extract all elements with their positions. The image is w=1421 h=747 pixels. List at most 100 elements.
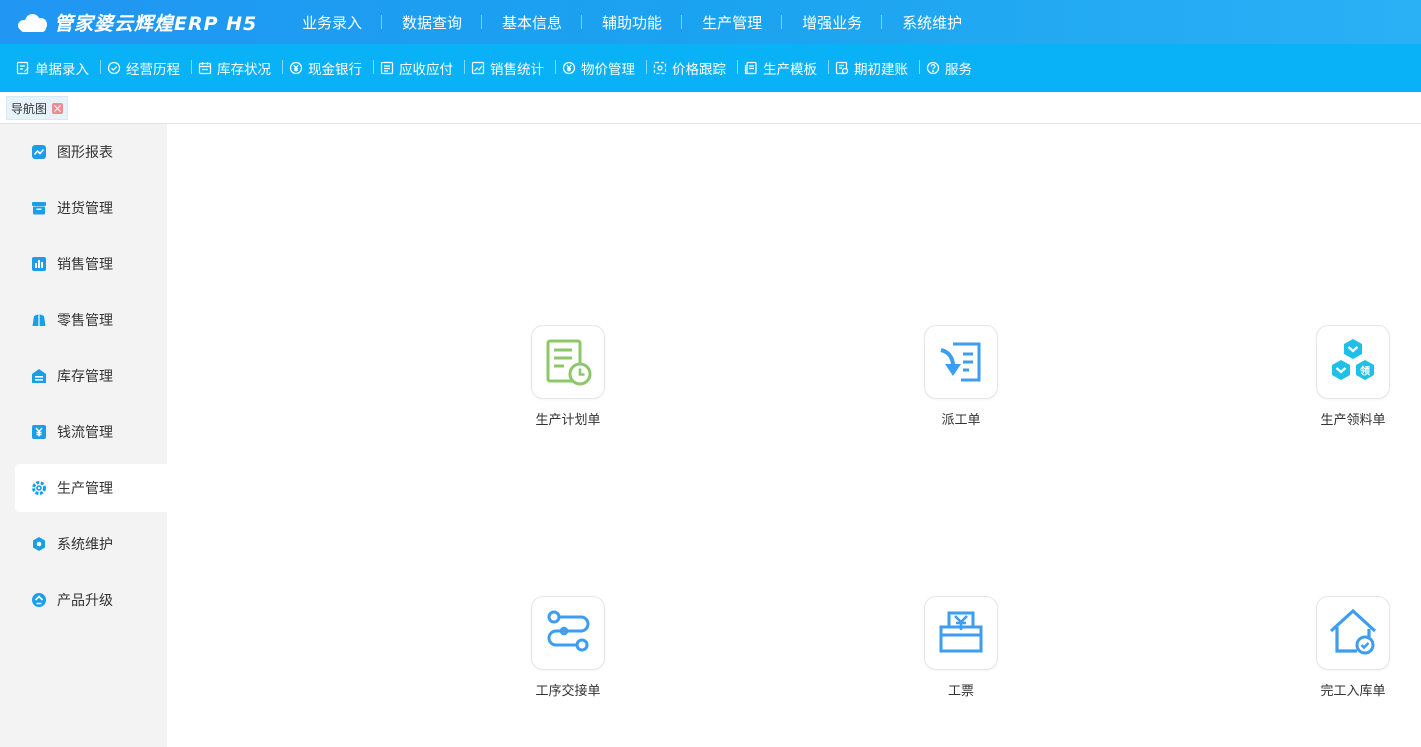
sidebar-item-purchase[interactable]: 进货管理 <box>15 184 167 232</box>
quick-item-label: 期初建账 <box>854 62 908 78</box>
sidebar-item-label: 生产管理 <box>57 481 113 497</box>
navigation-map-panel: 生产计划单 派工单 领 生产领料单 工序交接单 工票 完工入库单 <box>167 124 1421 747</box>
quick-item-price-tracking[interactable]: 价格跟踪 <box>647 58 738 78</box>
quick-item-label: 单据录入 <box>35 62 89 78</box>
sidebar: 图形报表 进货管理 销售管理 零售管理 库存管理 钱流管理 生产管理 系统维护 … <box>0 124 167 747</box>
close-icon[interactable] <box>52 102 64 114</box>
cloud-logo-icon <box>16 12 50 32</box>
tile-material-requisition[interactable]: 领 生产领料单 <box>1283 325 1421 435</box>
sidebar-item-production[interactable]: 生产管理 <box>15 464 167 512</box>
account-book-icon <box>835 61 849 75</box>
tile-production-plan[interactable]: 生产计划单 <box>498 325 638 435</box>
money-icon <box>31 424 47 440</box>
sidebar-item-label: 钱流管理 <box>57 425 113 441</box>
material-requisition-icon: 领 <box>1332 339 1374 380</box>
top-nav-item-data-query[interactable]: 数据查询 <box>382 12 483 33</box>
archive-box-icon <box>31 200 47 216</box>
quick-item-label: 经营历程 <box>126 62 180 78</box>
tile-process-handover[interactable]: 工序交接单 <box>498 596 638 706</box>
quick-item-label: 现金银行 <box>308 62 362 78</box>
tile-icon-box <box>531 325 605 399</box>
quick-item-document-entry[interactable]: 单据录入 <box>10 58 101 78</box>
top-nav-item-business-entry[interactable]: 业务录入 <box>282 12 383 33</box>
app-logo-text: 管家婆云辉煌ERP H5 <box>54 12 258 35</box>
shopping-bag-icon <box>31 312 47 328</box>
tile-label: 完工入库单 <box>1320 684 1386 699</box>
tile-label: 生产领料单 <box>1320 413 1386 428</box>
yen-circle-icon <box>289 61 303 75</box>
sidebar-item-product-upgrade[interactable]: 产品升级 <box>15 576 167 624</box>
warehouse-icon <box>31 368 47 384</box>
tile-icon-box <box>924 596 998 670</box>
top-nav-item-basic-info[interactable]: 基本信息 <box>482 12 583 33</box>
tile-label: 工票 <box>947 684 974 699</box>
quick-item-opening-accounts[interactable]: 期初建账 <box>829 58 920 78</box>
bar-chart-icon <box>31 256 47 272</box>
sidebar-item-label: 系统维护 <box>57 537 113 553</box>
quick-item-cash-bank[interactable]: 现金银行 <box>283 58 374 78</box>
quick-item-business-history[interactable]: 经营历程 <box>101 58 192 78</box>
sidebar-item-system-maintenance[interactable]: 系统维护 <box>15 520 167 568</box>
tile-work-ticket[interactable]: 工票 <box>891 596 1031 706</box>
quick-item-price-management[interactable]: 物价管理 <box>556 58 647 78</box>
sidebar-item-graphic-reports[interactable]: 图形报表 <box>15 128 167 176</box>
dispatch-icon <box>940 342 981 382</box>
tile-label: 工序交接单 <box>535 684 601 699</box>
check-circle-icon <box>107 61 121 75</box>
sidebar-item-retail[interactable]: 零售管理 <box>15 296 167 344</box>
completion-stock-icon <box>1329 608 1377 655</box>
process-handover-icon <box>547 610 590 652</box>
tile-completion-stock-in[interactable]: 完工入库单 <box>1283 596 1421 706</box>
quick-item-receivables-payables[interactable]: 应收应付 <box>374 58 465 78</box>
quick-item-service[interactable]: 服务 <box>920 58 984 78</box>
tile-dispatch[interactable]: 派工单 <box>891 325 1031 435</box>
production-plan-icon <box>546 339 592 386</box>
chart-icon <box>471 61 485 75</box>
sidebar-item-label: 进货管理 <box>57 201 113 217</box>
tile-label: 派工单 <box>941 413 981 428</box>
sidebar-item-sales[interactable]: 销售管理 <box>15 240 167 288</box>
hexagon-gear-icon <box>31 536 47 552</box>
quick-item-production-template[interactable]: 生产模板 <box>738 58 829 78</box>
sidebar-item-label: 产品升级 <box>57 593 113 609</box>
top-nav: 业务录入 数据查询 基本信息 辅助功能 生产管理 增强业务 系统维护 <box>282 0 982 44</box>
tab-navigation-map[interactable]: 导航图 <box>6 96 69 120</box>
quick-item-label: 物价管理 <box>581 62 635 78</box>
ledger-icon <box>380 61 394 75</box>
tab-label: 导航图 <box>11 101 48 116</box>
tile-icon-box <box>1316 596 1390 670</box>
tile-icon-box <box>531 596 605 670</box>
tile-label: 生产计划单 <box>535 413 601 428</box>
app-logo: 管家婆云辉煌ERP H5 <box>0 0 260 44</box>
sidebar-item-label: 销售管理 <box>57 257 113 273</box>
quick-item-label: 库存状况 <box>217 62 271 78</box>
tile-icon-box <box>924 325 998 399</box>
calendar-icon <box>198 61 212 75</box>
sidebar-item-cash-flow[interactable]: 钱流管理 <box>15 408 167 456</box>
tile-icon-box: 领 <box>1316 325 1390 399</box>
top-nav-item-aux-functions[interactable]: 辅助功能 <box>582 12 683 33</box>
quick-item-label: 应收应付 <box>399 62 453 78</box>
sidebar-item-inventory[interactable]: 库存管理 <box>15 352 167 400</box>
yen-circle-icon <box>562 61 576 75</box>
template-icon <box>744 61 758 75</box>
sidebar-item-label: 库存管理 <box>57 369 113 385</box>
top-nav-item-system[interactable]: 系统维护 <box>882 12 982 33</box>
quick-item-label: 销售统计 <box>490 62 544 78</box>
sidebar-item-label: 图形报表 <box>57 145 113 161</box>
work-ticket-icon <box>939 611 983 653</box>
quick-item-label: 价格跟踪 <box>672 62 726 78</box>
svg-text:领: 领 <box>1360 365 1370 378</box>
tab-strip: 导航图 <box>0 92 1421 124</box>
edit-doc-icon <box>16 61 30 75</box>
target-icon <box>653 61 667 75</box>
quick-toolbar: 单据录入 经营历程 库存状况 现金银行 应收应付 销售统计 物价管理 价格跟踪 … <box>0 44 1421 92</box>
line-chart-icon <box>31 144 47 160</box>
quick-item-inventory-status[interactable]: 库存状况 <box>192 58 283 78</box>
help-circle-icon <box>926 61 940 75</box>
top-nav-item-production[interactable]: 生产管理 <box>682 12 783 33</box>
quick-item-label: 生产模板 <box>763 62 817 78</box>
quick-item-sales-stats[interactable]: 销售统计 <box>465 58 556 78</box>
top-nav-item-enhanced[interactable]: 增强业务 <box>782 12 883 33</box>
upgrade-icon <box>31 592 47 608</box>
